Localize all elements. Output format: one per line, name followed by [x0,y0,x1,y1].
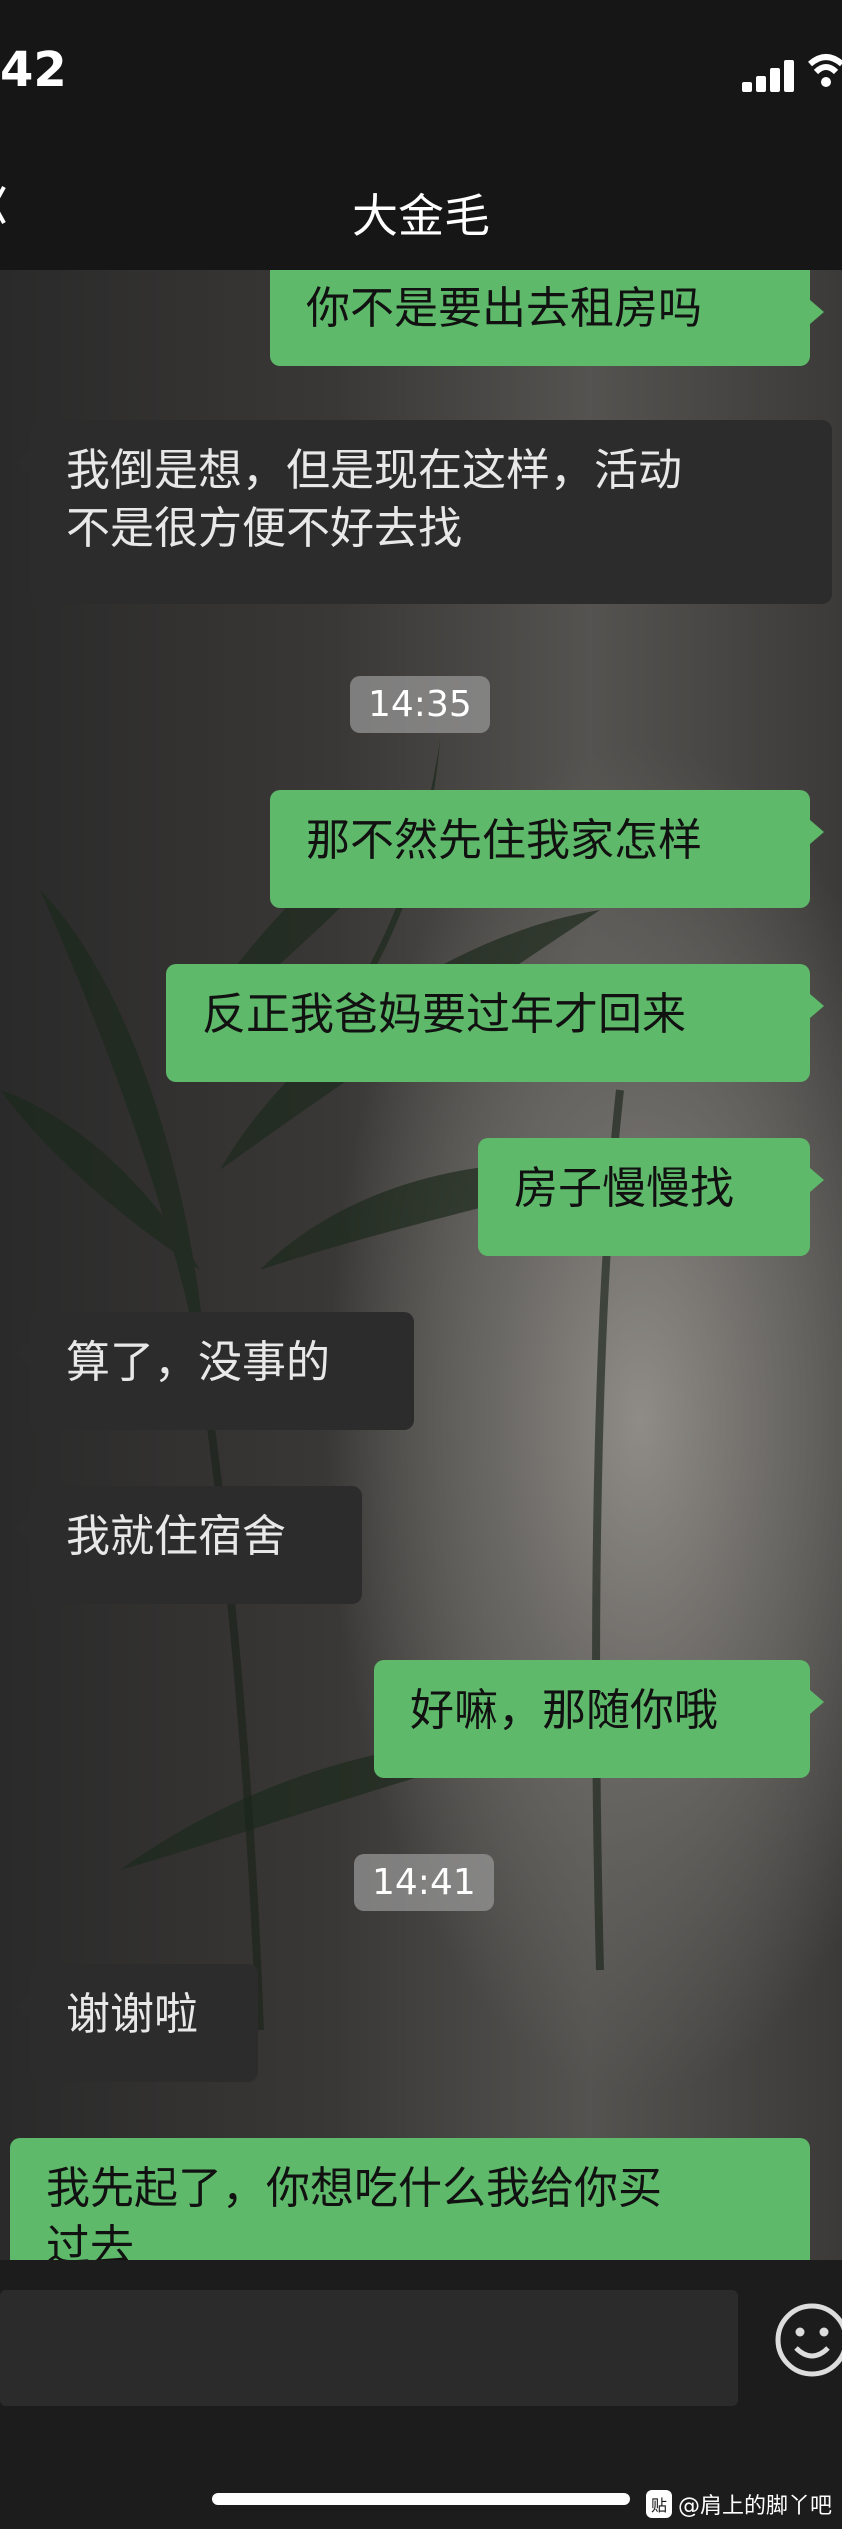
cellular-signal-icon [742,60,794,92]
watermark-text: @肩上的脚丫吧 [678,2494,833,2519]
message-text: 好嘛，那随你哦 [410,1685,718,1736]
message-bubble-received[interactable]: 谢谢啦 [16,1964,258,2082]
message-bubble-sent[interactable]: 房子慢慢找 [478,1138,824,1256]
message-text-line-2: 过去 [46,2221,134,2260]
status-bar [0,0,842,150]
message-bubble-sent[interactable]: 反正我爸妈要过年才回来 [166,964,824,1082]
home-indicator[interactable] [212,2493,630,2505]
timestamp: 14:41 [354,1854,494,1911]
message-text: 算了，没事的 [66,1337,330,1388]
message-text: 谢谢啦 [66,1989,198,2040]
message-bubble-received[interactable]: 算了，没事的 [16,1312,414,1430]
message-text-line-1: 我先起了，你想吃什么我给你买 [46,2163,662,2214]
message-text-line-1: 我倒是想，但是现在这样，活动 [66,445,682,496]
message-bubble-sent[interactable]: 我先起了，你想吃什么我给你买 过去 [10,2138,810,2260]
message-text: 房子慢慢找 [514,1163,734,1214]
watermark: 贴 @肩上的脚丫吧 [646,2488,832,2520]
smiley-face-icon[interactable] [772,2300,842,2380]
message-text: 你不是要出去租房吗 [306,283,702,334]
message-bubble-sent[interactable]: 你不是要出去租房吗 [270,270,824,366]
wifi-icon [808,54,842,87]
message-text: 我就住宿舍 [66,1511,286,1562]
timestamp: 14:35 [350,676,490,733]
message-input[interactable] [0,2290,738,2406]
message-text: 那不然先住我家怎样 [306,815,702,866]
message-bubble-sent[interactable]: 好嘛，那随你哦 [374,1660,824,1778]
message-text: 反正我爸妈要过年才回来 [202,989,686,1040]
message-bubble-sent[interactable]: 那不然先住我家怎样 [270,790,824,908]
chat-title: 大金毛 [352,189,490,243]
status-time: 42 [0,42,67,98]
message-bubble-received[interactable]: 我就住宿舍 [16,1486,362,1604]
tieba-logo-icon: 贴 [646,2490,673,2518]
message-bubble-received[interactable]: 我倒是想，但是现在这样，活动 不是很方便不好去找 [16,420,832,604]
message-text-line-2: 不是很方便不好去找 [66,503,462,554]
